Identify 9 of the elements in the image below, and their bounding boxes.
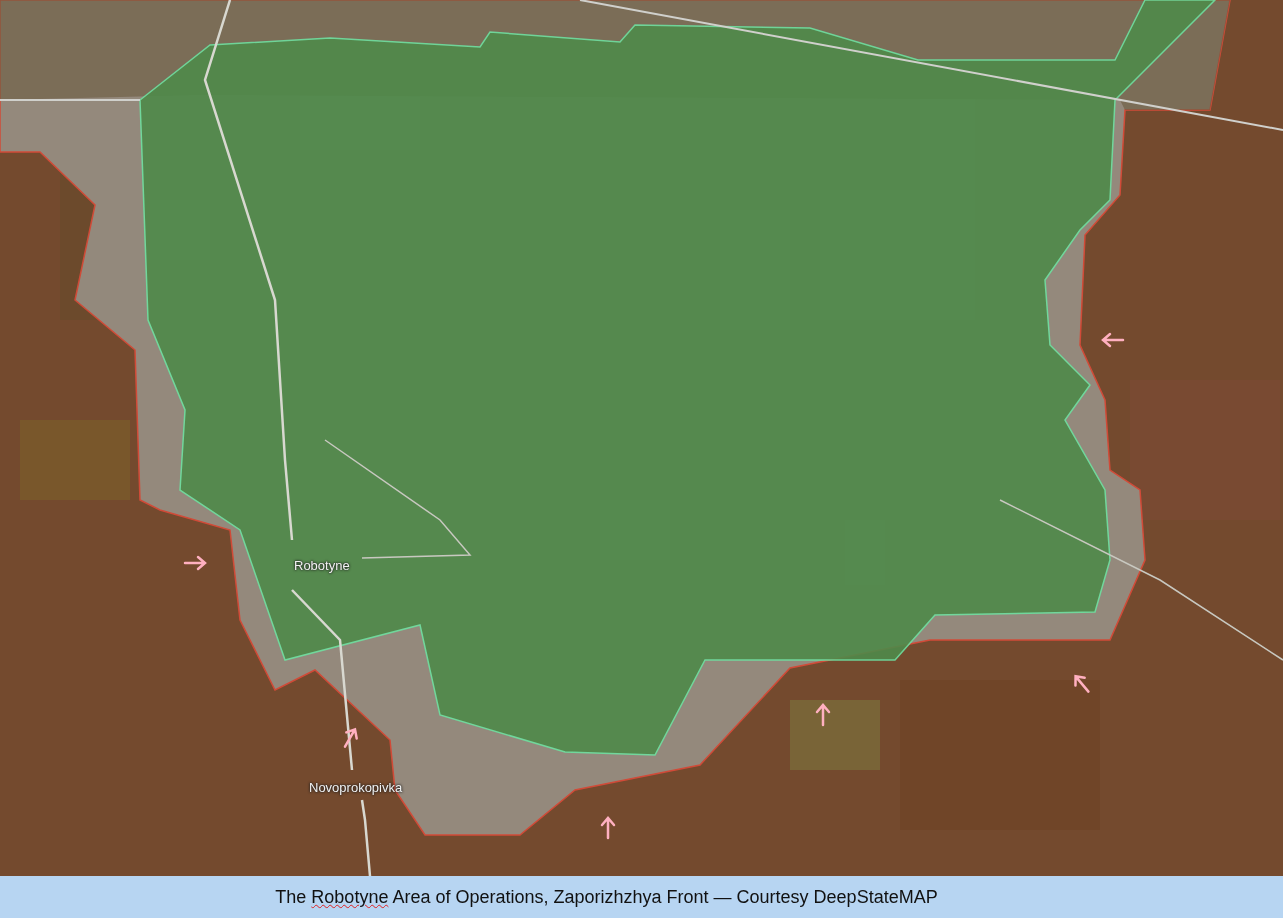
arrow-icon bbox=[343, 727, 358, 748]
arrow-icon bbox=[815, 703, 831, 727]
caption: The Robotyne Area of Operations, Zaporizhzhya Front — Courtesy DeepStateMAP bbox=[275, 886, 938, 908]
place-label: Novoprokopivka bbox=[309, 779, 403, 795]
arrow-icon bbox=[1074, 674, 1090, 693]
arrow-icon bbox=[1101, 332, 1125, 348]
place-label: Robotyne bbox=[294, 557, 350, 573]
arrow-icon bbox=[600, 816, 616, 840]
arrow-icon bbox=[183, 555, 207, 571]
